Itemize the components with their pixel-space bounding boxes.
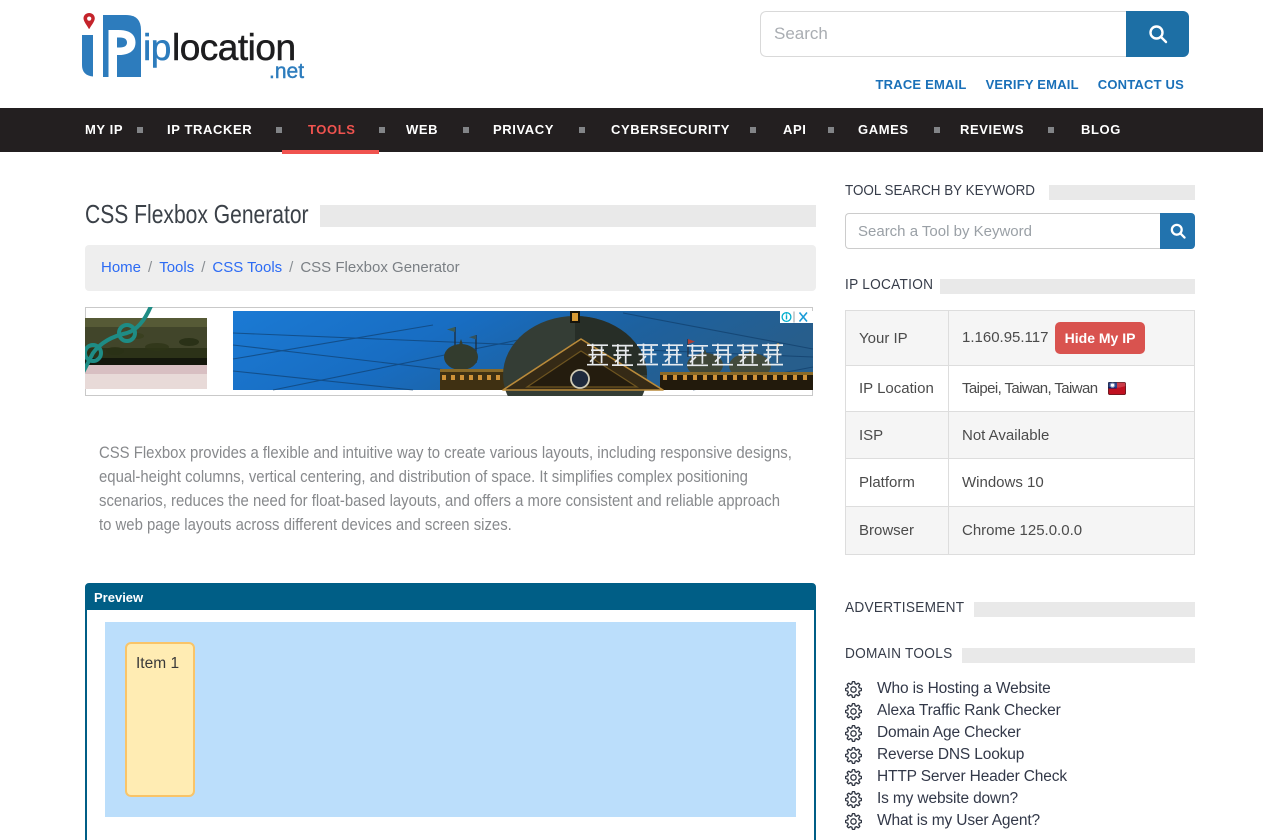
svg-text:ip: ip <box>143 27 171 68</box>
svg-text:.net: .net <box>269 60 304 82</box>
